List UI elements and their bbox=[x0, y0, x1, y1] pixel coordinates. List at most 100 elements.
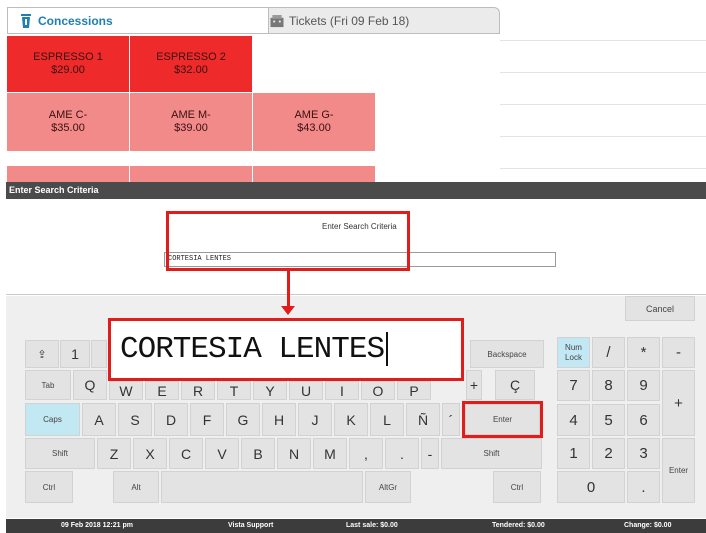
key-h[interactable]: H bbox=[262, 403, 296, 436]
cancel-button[interactable]: Cancel bbox=[625, 296, 695, 321]
key-a[interactable]: A bbox=[82, 403, 116, 436]
key-period[interactable]: . bbox=[385, 438, 419, 469]
product-name: AME M- bbox=[171, 109, 211, 121]
panel-row-divider bbox=[500, 136, 706, 137]
key-numpad-multiply[interactable]: * bbox=[627, 337, 660, 368]
key-f[interactable]: F bbox=[190, 403, 224, 436]
product-price: $39.00 bbox=[174, 122, 208, 134]
key-x[interactable]: X bbox=[133, 438, 167, 469]
key-ctrl-right[interactable]: Ctrl bbox=[493, 471, 541, 503]
key-numpad-enter[interactable]: Enter bbox=[662, 438, 695, 503]
key-e[interactable]: E bbox=[145, 381, 179, 400]
key-acute[interactable]: ´ bbox=[442, 403, 460, 436]
key-plus[interactable]: + bbox=[466, 370, 482, 400]
key-1[interactable]: 1 bbox=[60, 340, 90, 368]
key-numpad-4[interactable]: 4 bbox=[557, 404, 590, 436]
product-name: AME C- bbox=[48, 109, 88, 121]
key-numpad-0[interactable]: 0 bbox=[557, 471, 625, 503]
key-numpad-decimal[interactable]: . bbox=[627, 471, 660, 503]
tab-concessions[interactable]: Concessions bbox=[7, 7, 269, 33]
product-tile-partial[interactable] bbox=[7, 166, 129, 182]
key-u[interactable]: U bbox=[289, 381, 323, 400]
key-s[interactable]: S bbox=[118, 403, 152, 436]
key-alt[interactable]: Alt bbox=[113, 471, 159, 503]
callout-arrow-head bbox=[281, 306, 295, 315]
key-num-lock[interactable]: Num Lock bbox=[557, 337, 590, 368]
key-numpad-8[interactable]: 8 bbox=[592, 370, 625, 401]
key-caps[interactable]: Caps bbox=[25, 403, 80, 436]
key-j[interactable]: J bbox=[298, 403, 332, 436]
panel-row-divider bbox=[500, 104, 706, 105]
key-t[interactable]: T bbox=[217, 381, 251, 400]
key-n-tilde[interactable]: Ñ bbox=[406, 403, 440, 436]
key-o[interactable]: O bbox=[361, 381, 395, 400]
product-name: ESPRESSO 1 bbox=[33, 51, 103, 63]
key-v[interactable]: V bbox=[205, 438, 239, 469]
key-w[interactable]: W bbox=[109, 381, 143, 400]
tab-tickets[interactable]: Tickets (Fri 09 Feb 18) bbox=[248, 7, 500, 33]
key-y[interactable]: Y bbox=[253, 381, 287, 400]
cup-icon bbox=[21, 14, 31, 28]
status-last-sale: Last sale: $0.00 bbox=[346, 522, 398, 529]
key-g[interactable]: G bbox=[226, 403, 260, 436]
product-tile-ame-g[interactable]: AME G- $43.00 bbox=[253, 93, 375, 151]
panel-row-divider bbox=[500, 72, 706, 73]
key-altgr[interactable]: AltGr bbox=[365, 471, 411, 503]
key-k[interactable]: K bbox=[334, 403, 368, 436]
product-name: ESPRESSO 2 bbox=[156, 51, 226, 63]
key-numpad-7[interactable]: 7 bbox=[557, 370, 590, 401]
key-r[interactable]: R bbox=[181, 381, 215, 400]
status-tendered: Tendered: $0.00 bbox=[492, 522, 545, 529]
key-c[interactable]: C bbox=[169, 438, 203, 469]
key-b[interactable]: B bbox=[241, 438, 275, 469]
key-numpad-minus[interactable]: - bbox=[662, 337, 695, 368]
key-minus[interactable]: - bbox=[421, 438, 439, 469]
callout-arrow bbox=[287, 271, 290, 311]
product-tile-ame-c[interactable]: AME C- $35.00 bbox=[7, 93, 129, 151]
status-support: Vista Support bbox=[228, 522, 274, 529]
key-numpad-plus[interactable]: + bbox=[662, 370, 695, 436]
highlight-box-input bbox=[166, 211, 410, 271]
key-tab[interactable]: Tab bbox=[25, 370, 71, 400]
key-shift-right[interactable]: Shift bbox=[441, 438, 542, 469]
key-i[interactable]: I bbox=[325, 381, 359, 400]
product-tile-espresso-2[interactable]: ESPRESSO 2 $32.00 bbox=[130, 36, 252, 92]
highlight-box-enter bbox=[462, 401, 543, 438]
key-m[interactable]: M bbox=[313, 438, 347, 469]
key-shift-left[interactable]: Shift bbox=[25, 438, 95, 469]
product-tile-ame-m[interactable]: AME M- $39.00 bbox=[130, 93, 252, 151]
key-numpad-6[interactable]: 6 bbox=[627, 404, 660, 436]
tab-tickets-label: Tickets (Fri 09 Feb 18) bbox=[289, 13, 410, 28]
key-numpad-5[interactable]: 5 bbox=[592, 404, 625, 436]
key-n[interactable]: N bbox=[277, 438, 311, 469]
key-ctrl-left[interactable]: Ctrl bbox=[25, 471, 73, 503]
key-numpad-2[interactable]: 2 bbox=[592, 438, 625, 469]
key-d[interactable]: D bbox=[154, 403, 188, 436]
product-price: $35.00 bbox=[51, 122, 85, 134]
product-tile-partial[interactable] bbox=[253, 166, 375, 182]
key-p[interactable]: P bbox=[397, 381, 431, 400]
key-c-cedilla[interactable]: Ç bbox=[495, 370, 535, 400]
key-q[interactable]: Q bbox=[73, 370, 107, 400]
key-numpad-1[interactable]: 1 bbox=[557, 438, 590, 469]
key-comma[interactable]: , bbox=[349, 438, 383, 469]
key-numpad-9[interactable]: 9 bbox=[627, 370, 660, 401]
product-tile-espresso-1[interactable]: ESPRESSO 1 $29.00 bbox=[7, 36, 129, 92]
status-datetime: 09 Feb 2018 12:21 pm bbox=[61, 522, 133, 529]
product-tile-partial[interactable] bbox=[130, 166, 252, 182]
status-bar: 09 Feb 2018 12:21 pm Vista Support Last … bbox=[6, 519, 706, 533]
text-caret bbox=[386, 331, 389, 366]
key-space[interactable] bbox=[161, 471, 363, 503]
key-backspace[interactable]: Backspace bbox=[470, 340, 544, 368]
key-z[interactable]: Z bbox=[97, 438, 131, 469]
key-numpad-divide[interactable]: / bbox=[592, 337, 625, 368]
ticket-icon bbox=[270, 15, 284, 28]
key-caps-lock-icon[interactable]: ⇪ bbox=[25, 340, 59, 368]
key-numpad-3[interactable]: 3 bbox=[627, 438, 660, 469]
product-price: $29.00 bbox=[51, 64, 85, 76]
tab-concessions-label: Concessions bbox=[38, 13, 113, 28]
key-2-partial[interactable] bbox=[91, 340, 107, 368]
zoomed-search-value: CORTESIA LENTES bbox=[108, 318, 464, 381]
key-l[interactable]: L bbox=[370, 403, 404, 436]
product-price: $32.00 bbox=[174, 64, 208, 76]
